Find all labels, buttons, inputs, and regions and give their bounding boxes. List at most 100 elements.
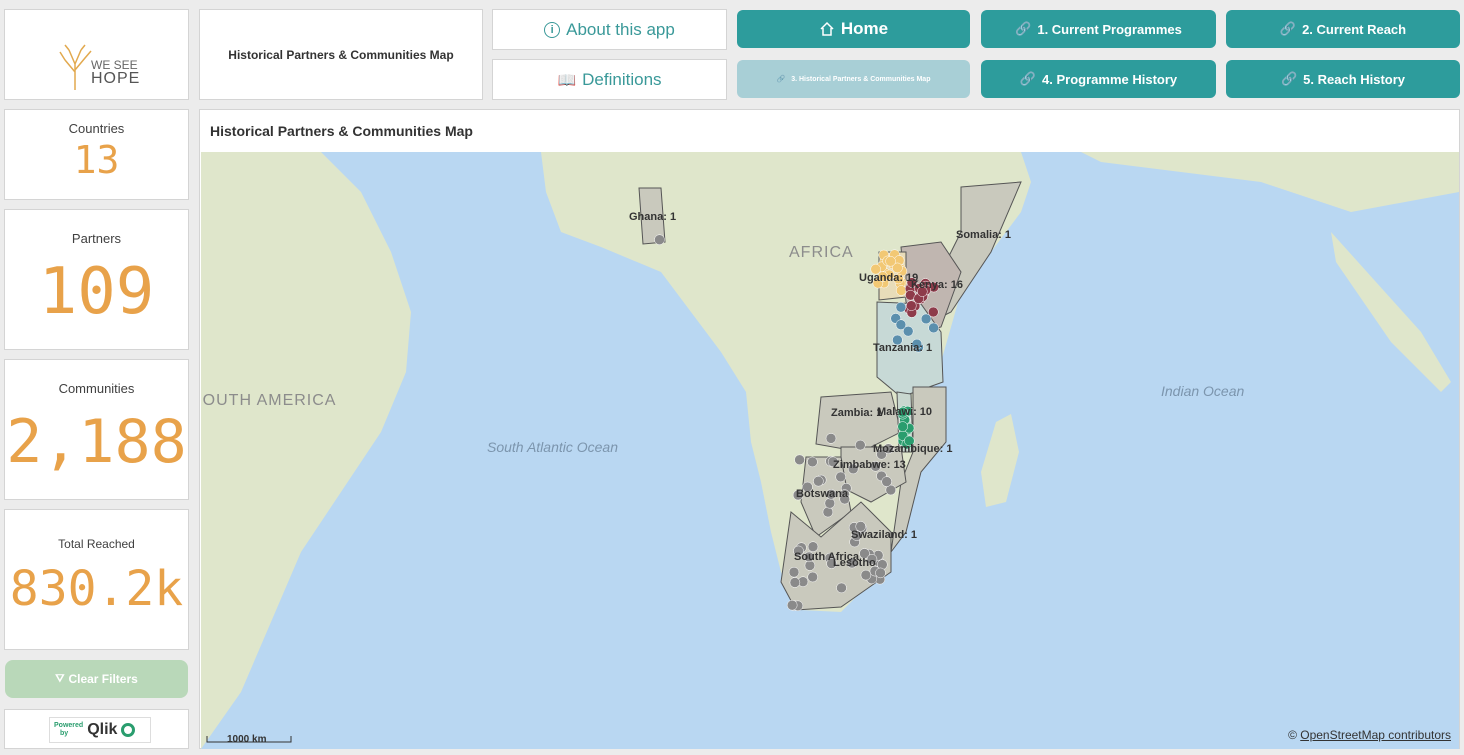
malawi-community-point[interactable] <box>897 421 908 432</box>
link-icon: 🔗 <box>1280 71 1298 86</box>
community-point[interactable] <box>789 577 801 588</box>
south-america-landmass <box>201 152 411 749</box>
countries-value: 13 <box>73 138 120 182</box>
sheet-title: Historical Partners & Communities Map <box>228 47 454 62</box>
ocean-label: South Atlantic Ocean <box>487 439 618 455</box>
community-point[interactable] <box>855 439 866 451</box>
sumatra-landmass <box>1331 232 1451 392</box>
community-point[interactable] <box>807 456 818 468</box>
attribution-link[interactable]: OpenStreetMap contributors <box>1300 728 1451 742</box>
home-icon <box>820 21 834 36</box>
map-title: Historical Partners & Communities Map <box>210 123 473 139</box>
tanzania-community-point[interactable] <box>902 325 914 337</box>
tanzania-community-point[interactable] <box>895 301 907 313</box>
community-point[interactable] <box>860 569 872 581</box>
link-icon: 🔗 <box>776 76 786 83</box>
qlik-logo-icon <box>121 723 136 737</box>
current-reach-label: 2. Current Reach <box>1302 21 1407 37</box>
map-panel: Historical Partners & Communities Map AF… <box>199 109 1460 749</box>
sheet-title-panel: Historical Partners & Communities Map <box>199 9 483 100</box>
country-label-tanzania: Tanzania: 1 <box>873 342 932 354</box>
clear-filters-button[interactable]: ⛛ Clear Filters <box>5 660 188 698</box>
community-point[interactable] <box>807 571 818 583</box>
tanzania-community-point[interactable] <box>920 313 932 325</box>
madagascar-landmass <box>981 414 1019 507</box>
about-app-button[interactable]: i About this app <box>492 9 727 50</box>
community-point[interactable] <box>836 582 847 594</box>
community-point[interactable] <box>794 454 805 466</box>
home-label: Home <box>840 19 889 38</box>
country-label-malawi: Malawi: 10 <box>877 406 932 418</box>
community-point[interactable] <box>813 475 824 487</box>
community-point[interactable] <box>835 471 846 483</box>
communities-label: Communities <box>58 381 135 396</box>
partners-kpi: Partners 109 <box>4 209 189 350</box>
country-label-somalia: Somalia: 1 <box>956 229 1011 241</box>
country-label-swaziland: Swaziland: 1 <box>851 529 917 541</box>
community-point[interactable] <box>822 506 834 518</box>
current-programmes-button[interactable]: 🔗 1. Current Programmes <box>981 10 1216 48</box>
programme-history-button[interactable]: 🔗 4. Programme History <box>981 60 1216 98</box>
definitions-button[interactable]: 📖 Definitions <box>492 59 727 100</box>
total-reached-kpi: Total Reached 830.2k <box>4 509 189 650</box>
link-icon: 🔗 <box>1279 21 1297 36</box>
asia-landmass <box>1081 152 1459 212</box>
communities-value: 2,188 <box>6 407 187 477</box>
kenya-community-point[interactable] <box>906 300 917 311</box>
uganda-community-point[interactable] <box>895 285 907 296</box>
filter-clear-icon: ⛛ <box>55 672 65 685</box>
book-icon: 📖 <box>557 71 577 89</box>
definitions-label: Definitions <box>582 69 662 89</box>
qlik-logo-text: Qlik <box>87 721 118 738</box>
info-icon: i <box>544 21 561 38</box>
current-programmes-label: 1. Current Programmes <box>1037 21 1182 37</box>
powered-by-panel: Powered by Qlik <box>4 709 189 749</box>
link-icon: 🔗 <box>1015 21 1032 36</box>
africa-landmass <box>541 152 1031 612</box>
partners-label: Partners <box>71 231 122 246</box>
country-label-ghana: Ghana: 1 <box>629 211 676 223</box>
clear-filters-label: Clear Filters <box>68 672 138 686</box>
community-point[interactable] <box>825 433 837 444</box>
qlik-badge: Powered by Qlik <box>49 717 151 743</box>
continent-label: AFRICA <box>789 244 854 261</box>
community-point[interactable] <box>788 566 800 578</box>
link-icon: 🔗 <box>1019 71 1037 86</box>
partners-value: 109 <box>38 255 155 329</box>
historical-map-button[interactable]: 🔗 3. Historical Partners & Communities M… <box>737 60 970 98</box>
country-label-lesotho: Lesotho <box>833 557 876 569</box>
attribution-prefix: © <box>1288 728 1297 742</box>
countries-label: Countries <box>68 121 125 136</box>
powered-line2: by <box>60 730 69 737</box>
country-label-uganda: Uganda: 19 <box>859 272 918 284</box>
map-svg[interactable]: AFRICA SOUTH AMERICA South Atlantic Ocea… <box>201 152 1459 749</box>
community-point[interactable] <box>875 567 886 579</box>
ocean-label: Indian Ocean <box>1161 383 1244 399</box>
historical-map-label: 3. Historical Partners & Communities Map <box>791 75 931 83</box>
tree-logo-icon <box>59 44 92 90</box>
programme-history-label: 4. Programme History <box>1042 71 1178 87</box>
countries-kpi: Countries 13 <box>4 109 189 200</box>
community-point[interactable] <box>654 234 665 245</box>
country-label-zambia: Zambia: 1 <box>831 407 882 419</box>
country-label-kenya: Kenya: 16 <box>911 279 963 291</box>
home-button[interactable]: Home <box>737 10 970 48</box>
country-label-zimbabwe: Zimbabwe: 13 <box>833 459 906 471</box>
continent-label: SOUTH AMERICA <box>201 392 336 409</box>
country-label-botswana: Botswana <box>796 488 849 500</box>
communities-kpi: Communities 2,188 <box>4 359 189 500</box>
country-label-mozambique: Mozambique: 1 <box>873 443 952 455</box>
total-reached-value: 830.2k <box>9 561 184 617</box>
reach-history-button[interactable]: 🔗 5. Reach History <box>1226 60 1460 98</box>
community-point[interactable] <box>786 599 798 611</box>
powered-line1: Powered <box>54 722 84 729</box>
community-point[interactable] <box>881 476 892 487</box>
total-reached-label: Total Reached <box>58 537 135 551</box>
tanzania-community-point[interactable] <box>928 322 939 334</box>
uganda-community-point[interactable] <box>885 256 896 267</box>
reach-history-label: 5. Reach History <box>1303 71 1406 87</box>
map-attribution: © OpenStreetMap contributors <box>1288 728 1451 742</box>
current-reach-button[interactable]: 🔗 2. Current Reach <box>1226 10 1460 48</box>
about-app-label: About this app <box>566 19 675 39</box>
map-canvas[interactable]: AFRICA SOUTH AMERICA South Atlantic Ocea… <box>201 152 1459 749</box>
